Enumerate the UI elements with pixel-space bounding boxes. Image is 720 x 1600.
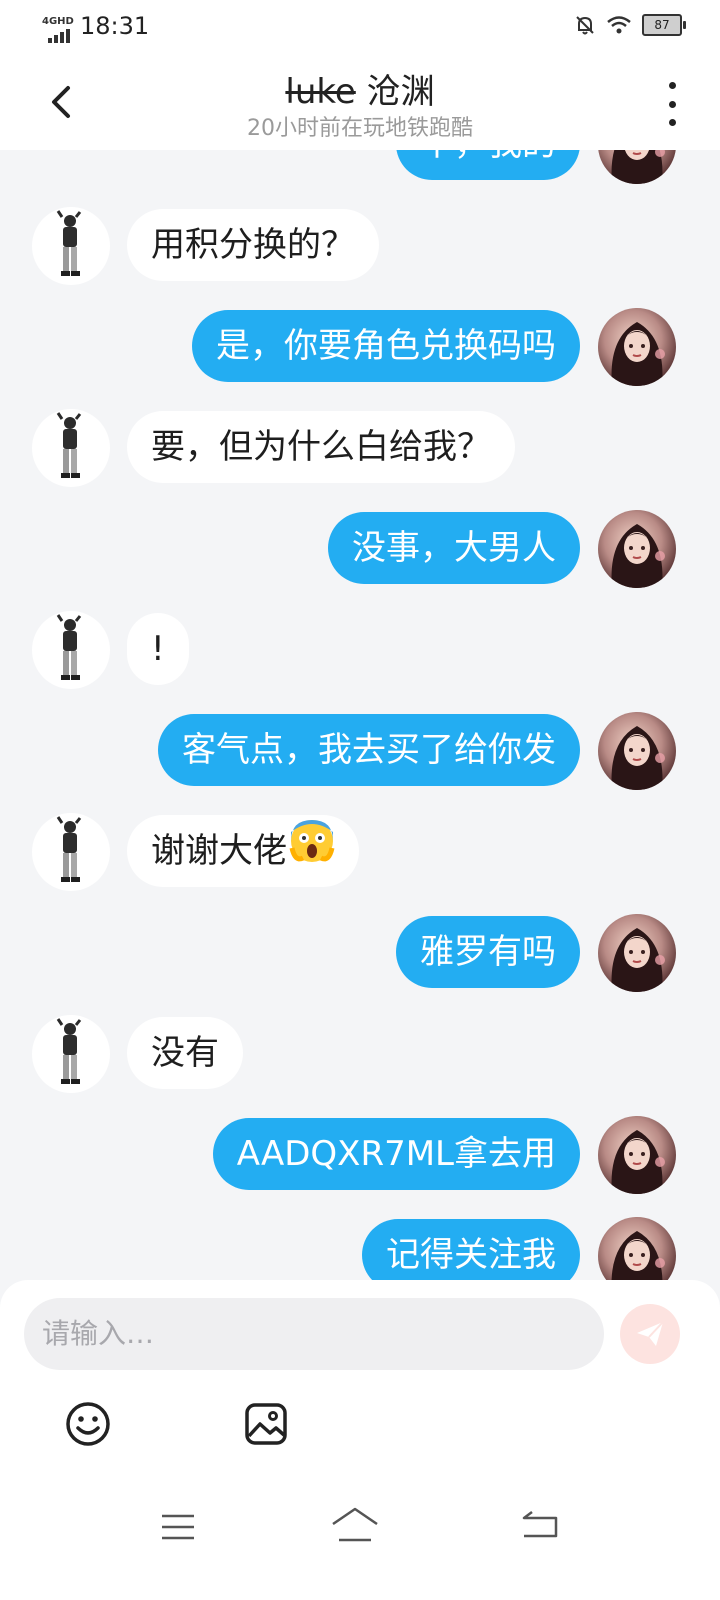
battery-icon: 87	[642, 14, 686, 36]
chat-header: luke 沧渊 20小时前在玩地铁跑酷	[0, 58, 720, 150]
contact-avatar[interactable]	[32, 409, 110, 487]
more-vertical-icon[interactable]	[660, 82, 684, 126]
message-bubble[interactable]: !	[127, 613, 189, 685]
message-text: 记得关注我	[386, 1235, 556, 1275]
status-bar: 4GHD 18:31 87	[0, 0, 720, 58]
contact-avatar[interactable]	[32, 207, 110, 285]
message-bubble[interactable]: 没有	[127, 1017, 243, 1089]
incoming-message: 用积分换的？	[0, 207, 720, 285]
message-text: 用积分换的？	[151, 225, 355, 265]
outgoing-message: 是，你要角色兑换码吗	[0, 308, 720, 386]
message-text: 雅罗有吗	[420, 932, 556, 972]
contact-name: luke 沧渊	[0, 64, 720, 113]
message-bubble[interactable]: 不，我的	[396, 150, 580, 180]
message-bubble[interactable]: 客气点，我去买了给你发	[158, 714, 580, 786]
my-avatar[interactable]	[598, 150, 676, 184]
network-indicator: 4GHD	[42, 16, 74, 27]
message-text: 没事，大男人	[352, 528, 556, 568]
message-text: 客气点，我去买了给你发	[182, 730, 556, 770]
contact-avatar[interactable]	[32, 1015, 110, 1093]
send-button[interactable]	[620, 1304, 680, 1364]
scream-face-icon	[289, 817, 335, 889]
image-icon[interactable]	[242, 1400, 290, 1448]
message-text: 是，你要角色兑换码吗	[216, 326, 556, 366]
message-bubble[interactable]: AADQXR7ML拿去用	[212, 1118, 580, 1190]
my-avatar[interactable]	[598, 1116, 676, 1194]
message-text: AADQXR7ML拿去用	[236, 1134, 556, 1174]
menu-icon[interactable]	[160, 1512, 196, 1542]
wifi-icon	[607, 16, 631, 34]
my-avatar[interactable]	[598, 510, 676, 588]
outgoing-message: 客气点，我去买了给你发	[0, 712, 720, 790]
message-text: 谢谢大佬	[151, 831, 287, 871]
message-text: 要，但为什么白给我？	[151, 427, 491, 467]
message-bubble[interactable]: 谢谢大佬	[127, 815, 359, 887]
incoming-message: 没有	[0, 1015, 720, 1093]
message-input[interactable]: 请输入…	[24, 1298, 604, 1370]
outgoing-message: 不，我的	[0, 150, 720, 184]
message-bubble[interactable]: 要，但为什么白给我？	[127, 411, 515, 483]
send-icon	[637, 1321, 664, 1346]
home-icon[interactable]	[330, 1506, 380, 1542]
my-avatar[interactable]	[598, 712, 676, 790]
message-text: 不，我的	[420, 150, 556, 164]
clock: 18:31	[80, 12, 150, 40]
mute-bell-icon	[576, 16, 594, 35]
message-bubble[interactable]: 是，你要角色兑换码吗	[192, 310, 580, 382]
my-avatar[interactable]	[598, 1217, 676, 1280]
incoming-message: 要，但为什么白给我？	[0, 409, 720, 487]
message-bubble[interactable]: 记得关注我	[362, 1219, 580, 1280]
message-list[interactable]: 不，我的用积分换的？ 是，你要角色兑换码吗要，但为什么白给我？ 没事，大男人! 客气点…	[0, 150, 720, 1280]
outgoing-message: 雅罗有吗	[0, 914, 720, 992]
outgoing-message: 没事，大男人	[0, 510, 720, 588]
system-nav-bar	[0, 1488, 720, 1600]
contact-name-prefix: luke	[285, 72, 356, 112]
message-text: !	[151, 629, 165, 669]
contact-avatar[interactable]	[32, 813, 110, 891]
incoming-message: 谢谢大佬	[0, 813, 720, 891]
message-bubble[interactable]: 没事，大男人	[328, 512, 580, 584]
message-bubble[interactable]: 雅罗有吗	[396, 916, 580, 988]
contact-name-main: 沧渊	[366, 72, 435, 112]
incoming-message: !	[0, 611, 720, 689]
my-avatar[interactable]	[598, 914, 676, 992]
outgoing-message: 记得关注我	[0, 1217, 720, 1280]
message-text: 没有	[151, 1033, 219, 1073]
outgoing-message: AADQXR7ML拿去用	[0, 1116, 720, 1194]
message-bubble[interactable]: 用积分换的？	[127, 209, 379, 281]
signal-icon	[48, 29, 70, 43]
contact-avatar[interactable]	[32, 611, 110, 689]
smiley-icon[interactable]	[64, 1400, 112, 1448]
my-avatar[interactable]	[598, 308, 676, 386]
back-icon[interactable]	[520, 1508, 560, 1540]
contact-status: 20小时前在玩地铁跑酷	[247, 116, 473, 141]
